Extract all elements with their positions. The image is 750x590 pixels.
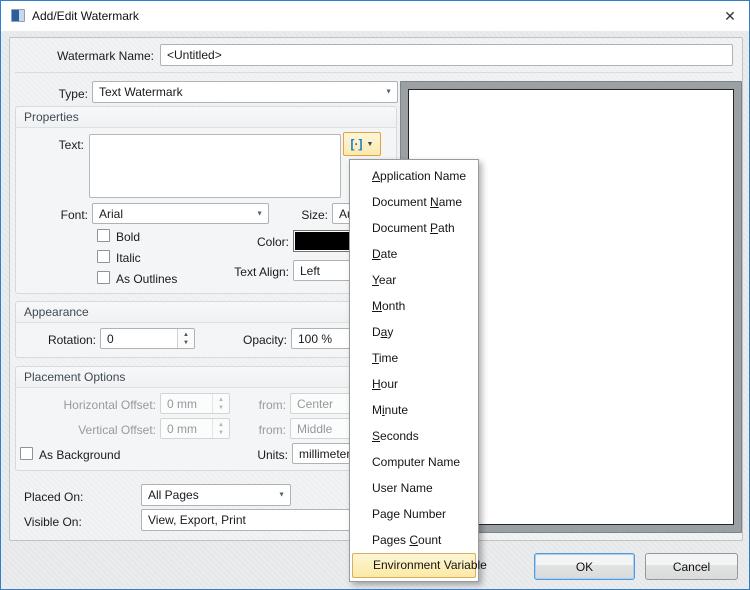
text-align-label: Text Align:	[234, 265, 289, 279]
font-value: Arial	[99, 206, 124, 221]
units-value: millimeters	[299, 446, 357, 461]
chevron-down-icon: ▼	[366, 140, 374, 148]
rotation-input[interactable]: 0 ▲ ▼	[100, 328, 195, 349]
macro-icon: [·]	[350, 137, 363, 151]
horizontal-from-value: Center	[297, 396, 334, 411]
appearance-group-title: Appearance	[16, 302, 396, 323]
as-outlines-label: As Outlines	[116, 272, 178, 286]
size-label: Size:	[301, 208, 328, 222]
spin-up-icon[interactable]: ▲	[183, 331, 189, 339]
rotation-spinner[interactable]: ▲ ▼	[177, 329, 194, 348]
text-label: Text:	[58, 138, 84, 152]
rotation-value: 0	[107, 331, 114, 346]
menu-item-date[interactable]: Date	[350, 241, 478, 267]
menu-item-pages-count[interactable]: Pages Count	[350, 527, 478, 553]
placed-on-label: Placed On:	[24, 490, 84, 504]
horizontal-offset-label: Horizontal Offset:	[63, 398, 156, 412]
spin-down-icon[interactable]: ▼	[183, 339, 189, 347]
spin-down-icon[interactable]: ▼	[218, 404, 224, 412]
horizontal-offset-spinner[interactable]: ▲ ▼	[212, 394, 229, 413]
visible-on-value: View, Export, Print	[148, 513, 246, 527]
vertical-offset-spinner[interactable]: ▲ ▼	[212, 419, 229, 438]
add-edit-watermark-dialog: Add/Edit Watermark ✕ Watermark Name: <Un…	[0, 0, 750, 590]
macro-dropdown-button[interactable]: [·] ▼	[343, 132, 381, 156]
menu-item-hour[interactable]: Hour	[350, 371, 478, 397]
chevron-down-icon: ▼	[278, 491, 285, 499]
spin-down-icon[interactable]: ▼	[218, 429, 224, 437]
bold-checkbox[interactable]	[97, 229, 110, 242]
divider	[15, 72, 733, 73]
placed-on-dropdown[interactable]: All Pages ▼	[141, 484, 291, 506]
watermark-app-icon	[11, 9, 25, 22]
type-value: Text Watermark	[99, 85, 183, 99]
placed-on-value: All Pages	[148, 488, 199, 502]
macro-menu: Application Name Document Name Document Pa…	[349, 159, 487, 582]
menu-item-year[interactable]: Year	[350, 267, 478, 293]
vertical-from-value: Middle	[297, 421, 333, 436]
watermark-name-value: <Untitled>	[167, 48, 222, 62]
visible-on-label: Visible On:	[24, 515, 82, 529]
horizontal-offset-value: 0 mm	[167, 396, 197, 411]
placement-group-title: Placement Options	[16, 367, 396, 388]
menu-item-month[interactable]: Month	[350, 293, 478, 319]
type-label: Type:	[58, 87, 88, 101]
bold-label: Bold	[116, 230, 141, 244]
watermark-text-input[interactable]	[89, 134, 341, 198]
ok-button[interactable]: OK	[534, 553, 635, 580]
cancel-button[interactable]: Cancel	[645, 553, 738, 580]
watermark-name-input[interactable]: <Untitled>	[160, 44, 733, 66]
opacity-value: 100 %	[298, 331, 333, 346]
units-label: Units:	[257, 448, 288, 462]
spin-up-icon[interactable]: ▲	[218, 396, 224, 404]
menu-item-seconds[interactable]: Seconds	[350, 423, 478, 449]
menu-item-computer-name[interactable]: Computer Name	[350, 449, 478, 475]
text-align-value: Left	[300, 263, 321, 278]
properties-group-title: Properties	[16, 107, 396, 128]
horizontal-from-label: from:	[258, 398, 286, 412]
as-background-label: As Background	[39, 448, 121, 462]
vertical-offset-label: Vertical Offset:	[78, 423, 156, 437]
menu-item-page-number[interactable]: Page Number	[350, 501, 478, 527]
chevron-down-icon: ▼	[385, 88, 392, 96]
menu-item-day[interactable]: Day	[350, 319, 478, 345]
watermark-name-label: Watermark Name:	[57, 49, 154, 63]
vertical-offset-input[interactable]: 0 mm ▲ ▼	[160, 418, 230, 439]
menu-item-environment-variable[interactable]: Environment Variable	[352, 553, 487, 578]
italic-checkbox[interactable]	[97, 250, 110, 263]
menu-item-document-path[interactable]: Document Path	[350, 215, 478, 241]
menu-item-user-name[interactable]: User Name	[350, 475, 478, 501]
vertical-offset-value: 0 mm	[167, 421, 197, 436]
spin-up-icon[interactable]: ▲	[218, 421, 224, 429]
menu-item-minute[interactable]: Minute	[350, 397, 478, 423]
title-bar: Add/Edit Watermark ✕	[1, 1, 749, 31]
menu-item-application-name[interactable]: Application Name	[350, 163, 478, 189]
close-icon[interactable]: ✕	[717, 6, 743, 26]
as-background-checkbox[interactable]	[20, 447, 33, 460]
font-label: Font:	[60, 208, 88, 222]
menu-item-time[interactable]: Time	[350, 345, 478, 371]
rotation-label: Rotation:	[47, 333, 96, 347]
color-label: Color:	[256, 235, 289, 249]
dialog-title: Add/Edit Watermark	[32, 9, 139, 23]
opacity-label: Opacity:	[242, 333, 287, 347]
vertical-from-label: from:	[258, 423, 286, 437]
italic-label: Italic	[116, 251, 141, 265]
as-outlines-checkbox[interactable]	[97, 271, 110, 284]
horizontal-offset-input[interactable]: 0 mm ▲ ▼	[160, 393, 230, 414]
chevron-down-icon: ▼	[256, 210, 263, 217]
font-dropdown[interactable]: Arial ▼	[92, 203, 269, 224]
menu-item-document-name[interactable]: Document Name	[350, 189, 478, 215]
type-dropdown[interactable]: Text Watermark ▼	[92, 81, 398, 103]
